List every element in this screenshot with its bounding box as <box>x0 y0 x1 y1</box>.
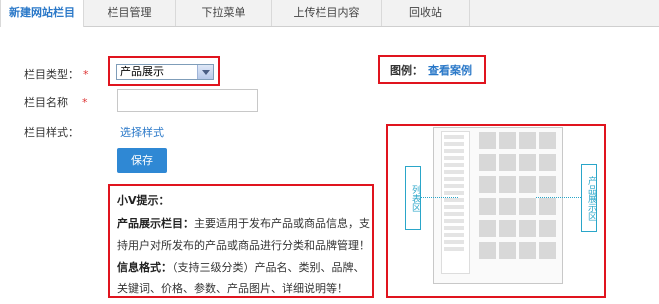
tab-new-column[interactable]: 新建网站栏目 <box>0 0 84 27</box>
column-name-input[interactable] <box>117 89 258 112</box>
save-button[interactable]: 保存 <box>117 148 167 173</box>
required-mark: * <box>82 96 88 109</box>
column-type-value: 产品展示 <box>120 65 164 78</box>
column-name-label: 栏目名称 * <box>24 96 88 109</box>
list-area-tag: 列表区 <box>405 166 421 230</box>
required-mark: * <box>83 68 89 81</box>
tab-dropdown-menu[interactable]: 下拉菜单 <box>176 0 272 26</box>
tips-line-2: 持用户对所发布的产品或商品进行分类和品牌管理！ <box>117 239 370 252</box>
tips-line-3: 信息格式：（支持三级分类）产品名、类别、品牌、 <box>117 261 365 274</box>
grid-connector-line <box>536 197 581 198</box>
product-area-tag: 产品展示区 <box>581 164 597 232</box>
tips-line-1: 产品展示栏目：主要适用于发布产品或商品信息，支 <box>117 217 370 230</box>
tab-recycle-bin[interactable]: 回收站 <box>382 0 470 26</box>
tab-bar: 新建网站栏目 栏目管理 下拉菜单 上传栏目内容 回收站 <box>0 0 659 27</box>
tips-line-4: 关键词、价格、参数、产品图片、详细说明等！ <box>117 282 348 295</box>
choose-style-link[interactable]: 选择样式 <box>120 124 164 140</box>
tab-column-management[interactable]: 栏目管理 <box>84 0 176 26</box>
tips-title: 小V提示： <box>117 194 170 207</box>
list-connector-line <box>420 197 458 198</box>
example-label: 图例： <box>390 64 423 77</box>
view-case-link[interactable]: 查看案例 <box>428 62 472 78</box>
tab-upload-content[interactable]: 上传栏目内容 <box>272 0 382 26</box>
chevron-down-icon[interactable] <box>197 65 213 79</box>
column-style-label: 栏目样式： <box>24 126 79 139</box>
preview-list-column <box>441 131 470 274</box>
column-type-select[interactable]: 产品展示 <box>116 64 214 80</box>
column-type-label: 栏目类型： * <box>24 68 89 81</box>
